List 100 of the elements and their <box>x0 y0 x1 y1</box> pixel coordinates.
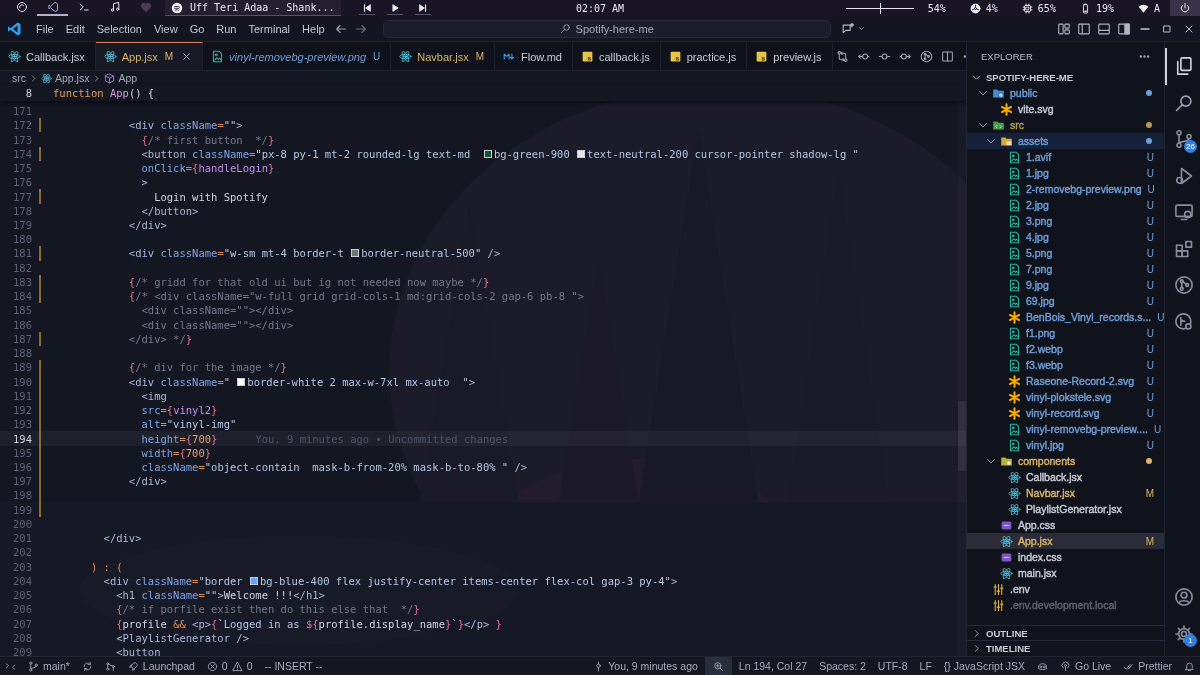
tree-item[interactable]: index.css <box>967 549 1164 565</box>
tree-item[interactable]: f2.webp U <box>967 341 1164 357</box>
command-center[interactable]: Spotify-here-me <box>382 19 831 38</box>
error-icon <box>206 660 218 672</box>
media-widget[interactable]: Uff Teri Adaa - Shank... <box>165 0 341 16</box>
editor-tab[interactable]: vinyl-removebg-preview.png U <box>203 42 392 70</box>
editor-tab[interactable]: Callback.jsx <box>0 42 96 70</box>
line-number: 197 <box>12 475 33 488</box>
line-number: 189 <box>12 361 33 374</box>
atom-icon <box>1008 470 1021 484</box>
menu-item[interactable]: Run <box>210 17 243 40</box>
code-text: ) : ( <box>89 560 123 573</box>
tree-item[interactable]: 1.jpg U <box>967 165 1164 181</box>
sticky-scroll-header[interactable]: 8 function App() { <box>0 85 966 101</box>
status-item[interactable]: LF <box>914 657 937 675</box>
editor-tab[interactable]: preview.js <box>747 42 833 70</box>
folder-icon <box>992 118 1005 132</box>
editor-tab[interactable]: Navbar.jsx M <box>391 42 495 70</box>
status-item[interactable]: Prettier <box>1118 657 1177 675</box>
tree-item[interactable]: 1.avif U <box>967 149 1164 165</box>
tree-item[interactable]: main.jsx <box>967 565 1164 581</box>
status-item[interactable]: Ln 194, Col 27 <box>733 657 813 675</box>
menu-item[interactable]: Help <box>296 17 331 40</box>
color-swatch-icon[interactable] <box>483 149 492 158</box>
status-item[interactable]: You, 9 minutes ago <box>588 657 703 675</box>
tree-item[interactable]: 4.jpg U <box>967 229 1164 245</box>
status-item[interactable]: Launchpad <box>122 657 200 675</box>
tree-item[interactable]: 69.jpg U <box>967 293 1164 309</box>
tree-item[interactable]: BenBois_Vinyl_records.s... U <box>967 309 1164 325</box>
volume-slider[interactable] <box>845 2 914 14</box>
status-dot <box>1146 458 1152 464</box>
color-swatch-icon[interactable] <box>250 576 258 585</box>
menu-item[interactable]: File <box>30 17 60 40</box>
tree-item[interactable]: f3.webp U <box>967 357 1164 373</box>
scrollbar[interactable] <box>958 101 966 656</box>
tree-item[interactable]: f1.png U <box>967 325 1164 341</box>
tree-item[interactable]: src <box>967 117 1164 133</box>
menu-item[interactable]: Edit <box>59 17 91 40</box>
project-header[interactable]: SPOTIFY-HERE-ME <box>967 70 1164 85</box>
power-button[interactable] <box>1170 0 1200 16</box>
menu-item[interactable]: Selection <box>90 17 148 40</box>
next-button[interactable] <box>414 1 431 15</box>
section-header[interactable]: OUTLINE <box>967 625 1164 640</box>
tree-item[interactable]: 7.png U <box>967 261 1164 277</box>
editor-tab[interactable]: callback.js <box>572 42 661 70</box>
editor-tab[interactable]: App.jsx M <box>95 42 204 70</box>
tree-item[interactable]: 5.png U <box>967 245 1164 261</box>
section-header[interactable]: TIMELINE <box>967 640 1164 655</box>
close-tab-button[interactable] <box>181 51 193 62</box>
tree-item[interactable]: PlaylistGenerator.jsx <box>967 501 1164 517</box>
tree-item[interactable]: vinyl.jpg U <box>967 437 1164 453</box>
menu-item[interactable]: Terminal <box>242 17 297 40</box>
tree-item[interactable]: App.jsx M <box>967 533 1164 549</box>
play-button[interactable] <box>386 1 403 15</box>
tree-item[interactable]: components <box>967 453 1164 469</box>
tree-item[interactable]: App.css <box>967 517 1164 533</box>
tree-item[interactable]: vite.svg <box>967 101 1164 117</box>
tree-item[interactable]: 3.png U <box>967 213 1164 229</box>
status-item[interactable]: UTF-8 <box>872 657 913 675</box>
tree-item[interactable]: 2.jpg U <box>967 197 1164 213</box>
breadcrumb-item[interactable]: App <box>104 72 138 84</box>
goggles-icon <box>1036 660 1048 672</box>
color-swatch-icon[interactable] <box>237 377 246 386</box>
tree-item[interactable]: Navbar.jsx M <box>967 485 1164 501</box>
menu-item[interactable]: View <box>147 17 184 40</box>
code-text: <div className=" <box>127 375 232 388</box>
status-item[interactable] <box>704 657 732 675</box>
breadcrumb-item[interactable]: App.jsx <box>41 72 90 84</box>
files-icon <box>1174 56 1194 77</box>
activity-button[interactable]: 26 <box>1165 121 1200 158</box>
status-item[interactable]: Spaces: 2 <box>814 657 871 675</box>
tree-item[interactable]: Raseone-Record-2.svg U <box>967 373 1164 389</box>
tree-item[interactable]: vinyl-plokstele.svg U <box>967 389 1164 405</box>
tree-item[interactable]: .env <box>967 581 1164 597</box>
problems-button[interactable]: 0 0 <box>201 657 258 675</box>
editor-tab[interactable]: practice.js <box>660 42 748 70</box>
image-file-icon <box>1008 214 1021 228</box>
chat-button[interactable] <box>840 21 866 36</box>
status-item[interactable]: -- INSERT -- <box>259 657 328 675</box>
breadcrumb-item[interactable]: src <box>12 72 26 84</box>
code-text: {/* first button */} <box>140 133 275 146</box>
tree-item[interactable]: Callback.jsx <box>967 469 1164 485</box>
status-item[interactable]: Go Live <box>1054 657 1117 675</box>
tree-item[interactable]: 9.jpg U <box>967 277 1164 293</box>
tree-item[interactable]: 2-removebg-preview.png U <box>967 181 1164 197</box>
tree-item[interactable]: public <box>967 85 1164 101</box>
activity-button[interactable]: 1 <box>1165 615 1200 652</box>
previous-button[interactable] <box>358 1 375 15</box>
tree-item[interactable]: vinyl-record.svg U <box>967 405 1164 421</box>
color-swatch-icon[interactable] <box>351 249 360 258</box>
tree-item[interactable]: vinyl-removebg-preview.... U <box>967 421 1164 437</box>
language-button[interactable]: {} JavaScript JSX <box>938 657 1030 675</box>
status-item[interactable]: main* <box>23 657 75 675</box>
editor-tab[interactable]: Flow.md <box>495 42 573 70</box>
color-swatch-icon[interactable] <box>577 149 586 158</box>
menu-item[interactable]: Go <box>183 17 211 40</box>
image-file-icon <box>1008 246 1021 260</box>
tree-item[interactable]: assets <box>967 133 1164 149</box>
code-text: function App() { <box>53 87 155 99</box>
folder-icon <box>992 86 1005 100</box>
